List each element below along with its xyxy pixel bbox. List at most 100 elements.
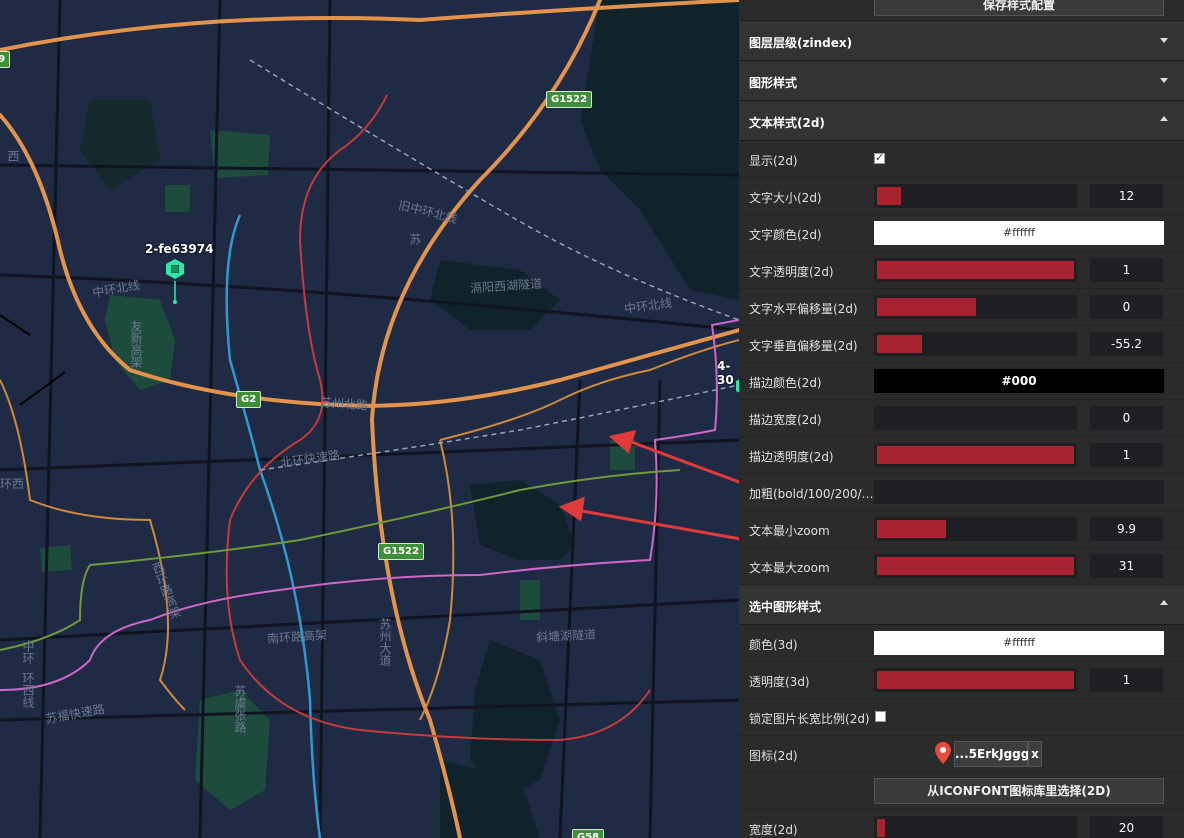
slider-fill — [877, 298, 976, 316]
row-min-zoom: 文本最小zoom 9.9 — [739, 511, 1184, 548]
text-opacity-slider[interactable] — [874, 258, 1077, 282]
map-view[interactable]: G1522 G2 G1522 G58 S9 旧中环北线 苏 滆阳西湖隧道 中环北… — [0, 0, 739, 838]
min-zoom-slider[interactable] — [874, 517, 1077, 541]
road-shield-g1522-top: G1522 — [546, 91, 593, 108]
caret-up-icon — [1160, 116, 1168, 121]
min-zoom-input[interactable]: 9.9 — [1090, 517, 1163, 541]
row-lock-ratio: 锁定图片长宽比例(2d) — [739, 699, 1184, 736]
stroke-color-input[interactable]: #000 — [874, 369, 1164, 393]
marker-label[interactable]: 2-fe63974 — [145, 242, 213, 256]
text-opacity-input[interactable]: 1 — [1090, 258, 1163, 282]
map-label-road: 苏州大道 — [378, 618, 392, 666]
map-label-road: 苏 — [408, 233, 422, 245]
stroke-opacity-slider[interactable] — [874, 443, 1077, 467]
style-panel: 保存样式配置 图层层级(zindex) 图形样式 文本样式(2d) 显示(2d)… — [739, 0, 1184, 838]
row-text-opacity: 文字透明度(2d) 1 — [739, 252, 1184, 289]
slider-fill — [877, 187, 901, 205]
section-title: 图形样式 — [749, 76, 798, 90]
field-label: 文字大小(2d) — [749, 191, 822, 205]
section-title: 文本样式(2d) — [749, 116, 825, 130]
row-stroke-opacity: 描边透明度(2d) 1 — [739, 437, 1184, 474]
road-shield-g2: G2 — [236, 391, 262, 408]
road-shield-s9: S9 — [0, 51, 11, 68]
row-max-zoom: 文本最大zoom 31 — [739, 548, 1184, 585]
row-selected-opacity: 透明度(3d) 1 — [739, 662, 1184, 699]
row-width: 宽度(2d) 20 — [739, 810, 1184, 838]
map-label-road: 环西 — [0, 477, 25, 491]
map-label-road: 苏州北路 — [319, 395, 369, 413]
row-offset-x: 文字水平偏移量(2d) 0 — [739, 289, 1184, 326]
slider-fill — [877, 520, 946, 538]
section-selected-style[interactable]: 选中图形样式 — [739, 585, 1184, 625]
field-label: 锁定图片长宽比例(2d) — [749, 712, 870, 726]
map-label-road: 中环 — [21, 640, 35, 664]
map-label-road: 友新高架 — [129, 320, 143, 368]
field-label: 文本最小zoom — [749, 524, 830, 538]
font-size-slider[interactable] — [874, 184, 1077, 208]
row-icon: 图标(2d) ...5ErkJggg x — [739, 736, 1184, 773]
field-label: 文字透明度(2d) — [749, 265, 834, 279]
map-label-road: 西 — [6, 150, 20, 162]
selected-opacity-input[interactable]: 1 — [1090, 668, 1163, 692]
stroke-width-slider[interactable] — [874, 406, 1077, 430]
hexagon-marker-icon[interactable] — [164, 258, 186, 280]
road-shield-g1522-middle: G1522 — [378, 543, 425, 560]
row-iconfont: 从ICONFONT图标库里选择(2D) — [739, 773, 1184, 810]
field-label: 颜色(3d) — [749, 638, 798, 652]
save-row: 保存样式配置 — [739, 0, 1184, 21]
row-bold: 加粗(bold/100/200/5... — [739, 474, 1184, 511]
width-slider[interactable] — [874, 816, 1077, 838]
show-checkbox[interactable] — [874, 151, 885, 164]
slider-fill — [877, 671, 1074, 689]
field-label: 图标(2d) — [749, 749, 798, 763]
max-zoom-input[interactable]: 31 — [1090, 554, 1163, 578]
save-style-button[interactable]: 保存样式配置 — [874, 0, 1164, 16]
field-label: 描边透明度(2d) — [749, 450, 834, 464]
row-show: 显示(2d) — [739, 141, 1184, 178]
field-label: 文字水平偏移量(2d) — [749, 302, 858, 316]
row-stroke-width: 描边宽度(2d) 0 — [739, 400, 1184, 437]
field-label: 文字垂直偏移量(2d) — [749, 339, 858, 353]
section-text-style[interactable]: 文本样式(2d) — [739, 101, 1184, 141]
slider-fill — [877, 819, 885, 837]
iconfont-select-button[interactable]: 从ICONFONT图标库里选择(2D) — [874, 778, 1164, 804]
lock-ratio-checkbox[interactable] — [875, 711, 886, 722]
map-label-road: 苏虞张路 — [233, 685, 247, 733]
section-shape-style[interactable]: 图形样式 — [739, 61, 1184, 101]
slider-fill — [877, 446, 1074, 464]
caret-down-icon — [1160, 38, 1168, 43]
icon-clear-button[interactable]: x — [1028, 741, 1042, 767]
offset-y-input[interactable]: -55.2 — [1090, 332, 1163, 356]
stroke-opacity-input[interactable]: 1 — [1090, 443, 1163, 467]
field-label: 透明度(3d) — [749, 675, 810, 689]
offset-y-slider[interactable] — [874, 332, 1077, 356]
text-color-input[interactable]: #ffffff — [874, 221, 1164, 245]
road-shield-g58: G58 — [572, 829, 605, 838]
width-input[interactable]: 20 — [1090, 816, 1163, 838]
row-offset-y: 文字垂直偏移量(2d) -55.2 — [739, 326, 1184, 363]
caret-down-icon — [1160, 78, 1168, 83]
max-zoom-slider[interactable] — [874, 554, 1077, 578]
offset-x-input[interactable]: 0 — [1090, 295, 1163, 319]
field-label: 描边宽度(2d) — [749, 413, 822, 427]
field-label: 文字颜色(2d) — [749, 228, 822, 242]
icon-value[interactable]: ...5ErkJggg — [954, 741, 1029, 767]
slider-fill — [877, 261, 1074, 279]
font-size-input[interactable]: 12 — [1090, 184, 1163, 208]
stroke-width-input[interactable]: 0 — [1090, 406, 1163, 430]
section-zindex[interactable]: 图层层级(zindex) — [739, 21, 1184, 61]
field-label: 显示(2d) — [749, 154, 798, 168]
map-label-tunnel: 斜塘湖隧道 — [535, 627, 597, 645]
field-label: 文本最大zoom — [749, 561, 830, 575]
slider-fill — [877, 557, 1074, 575]
field-label: 描边颜色(2d) — [749, 376, 822, 390]
selected-opacity-slider[interactable] — [874, 668, 1077, 692]
selected-color-input[interactable]: #ffffff — [874, 631, 1164, 655]
bold-input[interactable] — [874, 480, 1164, 504]
map-pin-icon — [935, 742, 951, 764]
row-text-color: 文字颜色(2d) #ffffff — [739, 215, 1184, 252]
offset-x-slider[interactable] — [874, 295, 1077, 319]
section-title: 图层层级(zindex) — [749, 36, 853, 50]
section-title: 选中图形样式 — [749, 600, 822, 614]
field-label: 宽度(2d) — [749, 823, 798, 837]
